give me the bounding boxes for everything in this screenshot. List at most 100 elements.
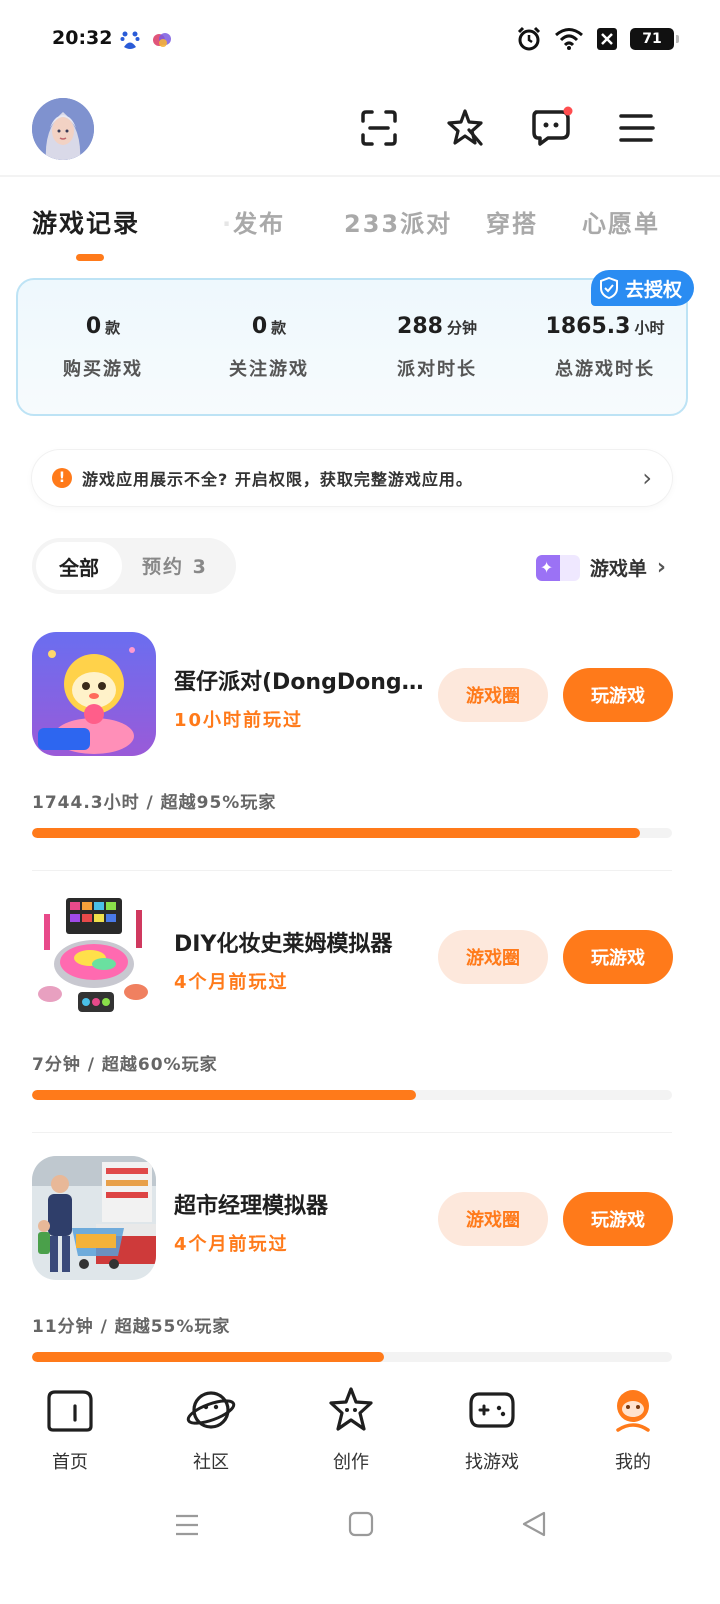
- baidu-icon: [120, 31, 140, 49]
- play-game-button[interactable]: 玩游戏: [563, 668, 673, 722]
- warning-icon: !: [52, 468, 72, 488]
- rank-progress-bar: [32, 1090, 672, 1100]
- game-card[interactable]: 蛋仔派对(DongDong... 10小时前玩过 游戏圈 玩游戏 1744.3小…: [32, 632, 673, 838]
- game-title: DIY化妆史莱姆模拟器: [174, 932, 393, 957]
- game-circle-button[interactable]: 游戏圈: [438, 1192, 548, 1246]
- status-indicators: 71: [516, 26, 679, 52]
- chevron-right-icon: ›: [656, 555, 666, 580]
- alarm-icon: [517, 26, 541, 51]
- progress-fill: [32, 1352, 384, 1362]
- color-app-icon: [153, 33, 171, 47]
- stats-card: 去授权 0款 购买游戏 0款 关注游戏 288 分钟 派对时长 1865.3 小时 …: [16, 270, 694, 416]
- nav-label: 社区: [193, 1452, 229, 1473]
- stat-value: 1865.3: [545, 314, 631, 339]
- home-button-icon[interactable]: [347, 1510, 375, 1538]
- gamepad-icon: [469, 1392, 515, 1428]
- stat-label: 派对时长: [397, 359, 477, 380]
- progress-fill: [32, 1090, 416, 1100]
- play-stat: 1744.3小时 / 超越95%玩家: [32, 793, 277, 813]
- stat-label: 关注游戏: [229, 359, 309, 380]
- stat-unit: 分钟: [446, 319, 477, 337]
- stat-unit: 款: [271, 319, 287, 337]
- stat-purchased[interactable]: 0款 购买游戏: [18, 314, 188, 381]
- shield-check-icon: [599, 277, 618, 299]
- authorize-button[interactable]: 去授权: [590, 270, 694, 306]
- scan-icon[interactable]: [359, 108, 399, 148]
- card-divider: [32, 870, 672, 871]
- game-icon-makeup-slime[interactable]: [32, 894, 156, 1018]
- play-game-button[interactable]: 玩游戏: [563, 930, 673, 984]
- status-bar: 20:32 71: [0, 0, 720, 80]
- profile-icon: [616, 1390, 650, 1432]
- tab-game-record[interactable]: 游戏记录: [32, 204, 140, 240]
- stat-total-time[interactable]: 1865.3 小时 总游戏时长: [520, 314, 690, 381]
- game-card[interactable]: DIY化妆史莱姆模拟器 4个月前玩过 游戏圈 玩游戏 7分钟 / 超越60%玩家: [32, 894, 673, 1100]
- stat-label: 购买游戏: [63, 359, 143, 380]
- nav-label: 首页: [52, 1452, 88, 1473]
- star-icon: [329, 1387, 373, 1431]
- last-played: 4个月前玩过: [174, 1234, 289, 1255]
- system-nav-bar: [0, 1490, 720, 1604]
- stat-value: 0: [251, 314, 268, 339]
- nav-mine[interactable]: 我的: [573, 1386, 693, 1474]
- nav-label: 我的: [615, 1452, 651, 1473]
- game-circle-button[interactable]: 游戏圈: [438, 930, 548, 984]
- game-circle-button[interactable]: 游戏圈: [438, 668, 548, 722]
- game-list-label: 游戏单: [589, 558, 647, 580]
- avatar[interactable]: [32, 98, 94, 160]
- game-title: 超市经理模拟器: [174, 1194, 329, 1219]
- rank-progress-bar: [32, 1352, 672, 1362]
- stat-value: 288: [397, 314, 443, 339]
- menu-icon[interactable]: [617, 108, 657, 148]
- filter-reserve[interactable]: 预约 3: [142, 552, 208, 579]
- stat-label: 总游戏时长: [555, 359, 655, 380]
- nav-label: 找游戏: [465, 1452, 519, 1473]
- last-played: 4个月前玩过: [174, 972, 289, 993]
- game-title: 蛋仔派对(DongDong...: [174, 670, 424, 695]
- game-list-link[interactable]: ✦ 游戏单 ›: [535, 554, 666, 581]
- nav-create[interactable]: 创作: [291, 1386, 411, 1474]
- permission-notice[interactable]: ! 游戏应用展示不全? 开启权限，获取完整游戏应用。 ›: [32, 450, 672, 506]
- profile-header: [0, 90, 720, 170]
- sparkle-icon: ✦: [535, 554, 580, 581]
- status-time: 20:32: [52, 27, 113, 49]
- stat-unit: 小时: [634, 319, 665, 337]
- battery-indicator: 71: [630, 28, 679, 50]
- card-divider: [32, 1132, 672, 1133]
- play-game-button[interactable]: 玩游戏: [563, 1192, 673, 1246]
- star-wand-icon[interactable]: [445, 108, 485, 148]
- game-icon-supermarket[interactable]: [32, 1156, 156, 1280]
- tab-233-party[interactable]: 233派对: [344, 204, 452, 239]
- message-icon[interactable]: [530, 106, 574, 148]
- filter-toggle: 全部 预约 3: [32, 538, 236, 594]
- play-stat: 11分钟 / 超越55%玩家: [32, 1317, 231, 1337]
- wifi-icon: [555, 28, 583, 50]
- sim-off-icon: [597, 28, 617, 50]
- tab-publish[interactable]: ·发布: [222, 204, 285, 239]
- game-card[interactable]: 超市经理模拟器 4个月前玩过 游戏圈 玩游戏 11分钟 / 超越55%玩家: [32, 1156, 673, 1362]
- chevron-right-icon: ›: [642, 464, 652, 492]
- paw-icon: ·: [222, 210, 234, 238]
- progress-fill: [32, 828, 640, 838]
- active-tab-indicator: [76, 254, 104, 261]
- profile-tabs: 游戏记录 ·发布 233派对 穿搭 心愿单: [0, 196, 720, 266]
- nav-find-games[interactable]: 找游戏: [432, 1386, 552, 1474]
- tab-outfit[interactable]: 穿搭: [486, 204, 538, 239]
- stat-value: 0: [85, 314, 102, 339]
- recents-icon[interactable]: [174, 1512, 200, 1538]
- rank-progress-bar: [32, 828, 672, 838]
- nav-community[interactable]: 社区: [151, 1386, 271, 1474]
- stat-party-time[interactable]: 288 分钟 派对时长: [352, 314, 522, 381]
- tab-wishlist[interactable]: 心愿单: [582, 204, 660, 239]
- last-played: 10小时前玩过: [174, 710, 304, 731]
- stat-followed[interactable]: 0款 关注游戏: [184, 314, 354, 381]
- nav-label: 创作: [333, 1452, 369, 1473]
- filter-all[interactable]: 全部: [36, 542, 122, 590]
- header-divider: [0, 175, 720, 177]
- nav-home[interactable]: 首页: [10, 1386, 130, 1474]
- home-icon: [47, 1390, 93, 1432]
- play-stat: 7分钟 / 超越60%玩家: [32, 1055, 218, 1075]
- bottom-nav: 首页 社区 创作 找游戏 我的: [0, 1378, 720, 1478]
- game-icon-eggy-party[interactable]: [32, 632, 156, 756]
- back-icon[interactable]: [520, 1510, 548, 1538]
